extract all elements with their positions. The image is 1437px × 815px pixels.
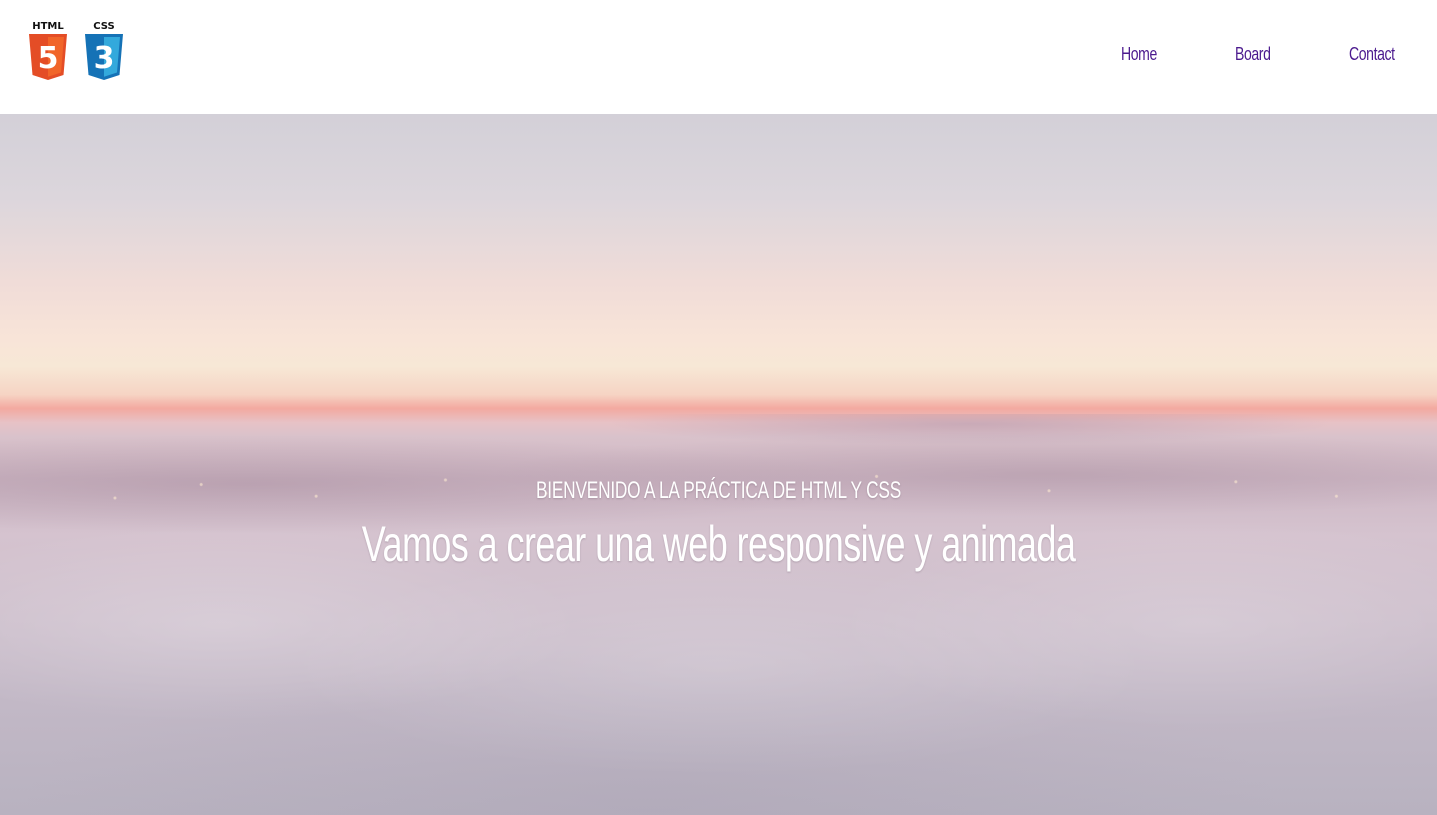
html5-badge: HTML 5: [27, 20, 69, 82]
hero-section: BIENVENIDO A LA PRÁCTICA DE HTML Y CSS V…: [0, 114, 1437, 815]
nav-contact[interactable]: Contact: [1349, 44, 1395, 65]
css3-badge: CSS 3: [83, 20, 125, 82]
html5-number: 5: [38, 41, 59, 76]
hero-title: Vamos a crear una web responsive y anima…: [361, 516, 1076, 572]
css3-shield-icon: 3: [85, 34, 123, 80]
hero-subtitle: BIENVENIDO A LA PRÁCTICA DE HTML Y CSS: [535, 477, 902, 504]
hero-text: BIENVENIDO A LA PRÁCTICA DE HTML Y CSS V…: [0, 476, 1437, 572]
html-label: HTML: [32, 21, 64, 32]
site-header: HTML 5 CSS 3 Home Board Contact: [0, 0, 1437, 114]
nav-board[interactable]: Board: [1235, 44, 1271, 65]
html-css-logo[interactable]: HTML 5 CSS 3: [27, 20, 127, 82]
css3-number: 3: [94, 41, 115, 76]
css-label: CSS: [93, 21, 115, 32]
html5-shield-icon: 5: [29, 34, 67, 80]
nav-home[interactable]: Home: [1121, 44, 1157, 65]
